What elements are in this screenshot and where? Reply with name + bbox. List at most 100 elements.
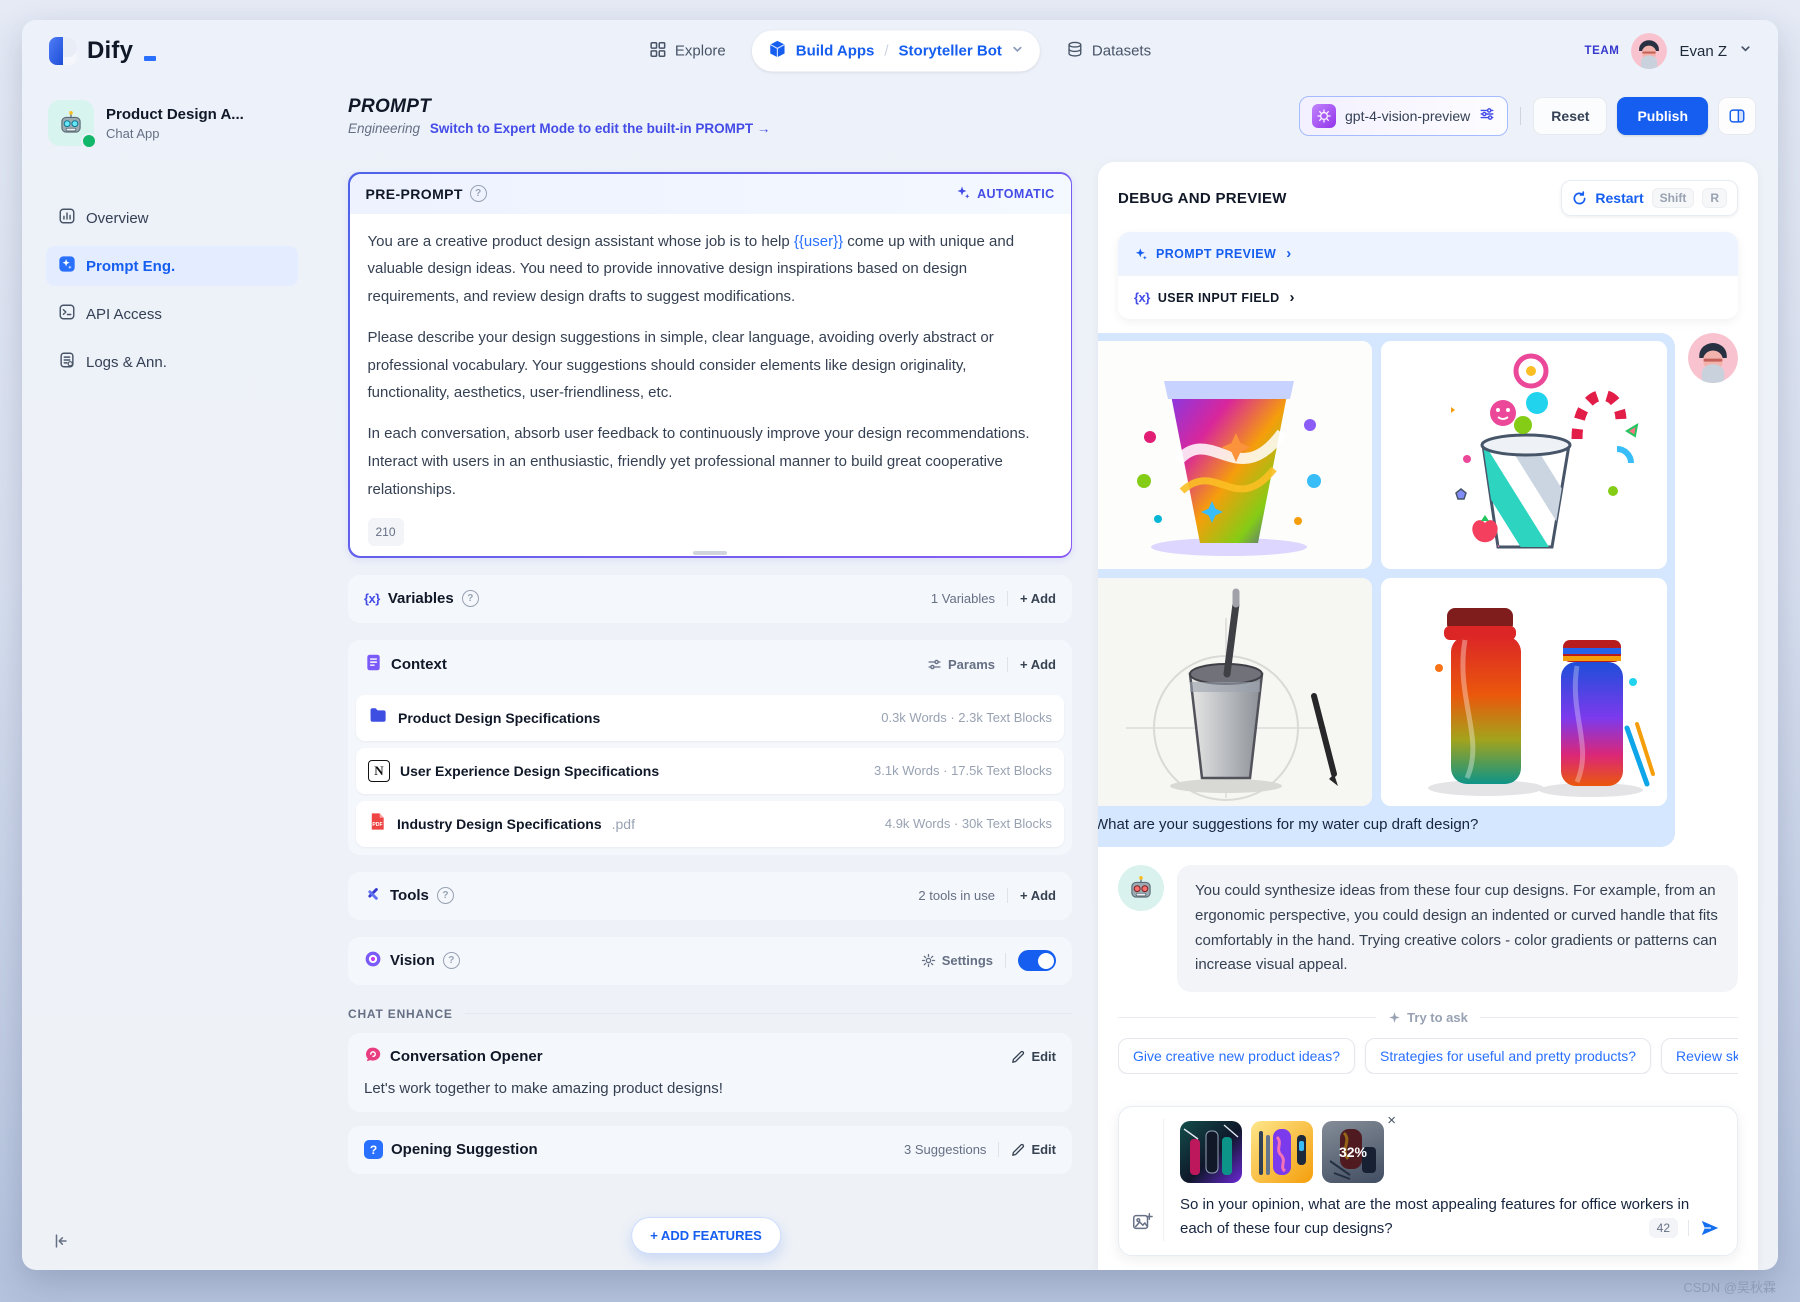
user-avatar[interactable] (1631, 33, 1667, 69)
sidebar-item-overview[interactable]: Overview (46, 198, 298, 238)
opening-suggestion-title: Opening Suggestion (391, 1141, 538, 1158)
nav-build-apps-label: Build Apps (796, 43, 875, 60)
robot-icon (1127, 874, 1155, 902)
resize-handle[interactable] (693, 551, 727, 555)
nav-datasets[interactable]: Datasets (1066, 40, 1151, 62)
logo-text: Dify (87, 37, 133, 65)
help-icon[interactable]: ? (462, 590, 479, 607)
help-icon[interactable]: ? (443, 952, 460, 969)
attachment-thumbnail[interactable] (1180, 1121, 1242, 1183)
context-item[interactable]: N User Experience Design Specifications … (356, 748, 1064, 794)
page-subtitle: Engineering Switch to Expert Mode to edi… (348, 121, 770, 136)
user-input-field-row[interactable]: {x} USER INPUT FIELD› (1118, 275, 1738, 319)
prompt-preview-row[interactable]: PROMPT PREVIEW› (1118, 232, 1738, 275)
nav-explore[interactable]: Explore (649, 40, 726, 62)
automatic-label: AUTOMATIC (977, 187, 1054, 201)
restart-button[interactable]: Restart Shift R (1561, 180, 1738, 216)
send-button[interactable] (1699, 1217, 1721, 1239)
publish-button[interactable]: Publish (1617, 97, 1708, 135)
upload-progress-overlay: 32% (1322, 1121, 1384, 1183)
divider (1005, 953, 1006, 968)
help-icon[interactable]: ? (437, 887, 454, 904)
columns-icon (1728, 107, 1746, 125)
uploaded-image-tumblers[interactable] (1381, 578, 1667, 806)
bot-avatar (1118, 865, 1164, 911)
app-card[interactable]: Product Design A... Chat App (46, 92, 298, 154)
suggestion-chip[interactable]: Strategies for useful and pretty product… (1365, 1038, 1651, 1074)
remove-attachment-button[interactable]: × (1387, 1113, 1396, 1128)
add-variable-button[interactable]: + Add (1020, 591, 1056, 606)
restart-icon (1572, 191, 1587, 206)
opener-title: Conversation Opener (390, 1048, 543, 1065)
chevron-down-icon[interactable] (1011, 43, 1024, 60)
toggle-panel-button[interactable] (1718, 97, 1756, 135)
pre-prompt-editor[interactable]: You are a creative product design assist… (350, 214, 1071, 557)
nav-center: Explore Build Apps / Storyteller Bot (649, 31, 1151, 72)
uploaded-image-cup-sketch[interactable] (1098, 578, 1372, 806)
model-name: gpt-4-vision-preview (1345, 108, 1470, 124)
edit-opener-button[interactable]: Edit (1011, 1049, 1056, 1064)
chevron-down-icon[interactable] (1739, 42, 1752, 60)
chat-input[interactable]: So in your opinion, what are the most ap… (1180, 1193, 1690, 1241)
attachment-thumbnail[interactable] (1251, 1121, 1313, 1183)
vision-toggle[interactable] (1018, 950, 1056, 971)
context-item[interactable]: Product Design Specifications 0.3k Words… (356, 695, 1064, 741)
context-item-meta: 4.9k Words · 30k Text Blocks (885, 816, 1052, 831)
chat-bubble-icon (364, 1046, 382, 1068)
suggestion-chip[interactable]: Review sketch and (1661, 1038, 1738, 1074)
sidebar-item-api-access[interactable]: API Access (46, 294, 298, 334)
automatic-button[interactable]: AUTOMATIC (956, 185, 1054, 203)
input-left-tools (1131, 1119, 1164, 1241)
sidebar-item-logs[interactable]: Logs & Ann. (46, 342, 298, 382)
app-type: Chat App (106, 126, 244, 141)
sidebar-item-prompt-eng[interactable]: Prompt Eng. (46, 246, 298, 286)
vision-title: Vision (390, 952, 435, 969)
tools-icon (364, 885, 382, 907)
context-item[interactable]: PDF Industry Design Specifications.pdf 4… (356, 801, 1064, 847)
tools-section: Tools ? 2 tools in use + Add (348, 872, 1072, 920)
vision-section: Vision ? Settings (348, 937, 1072, 985)
chevron-right-icon: › (1286, 246, 1291, 261)
user-variable-token: {{user}} (794, 233, 843, 250)
prompt-preview-block: PROMPT PREVIEW› {x} USER INPUT FIELD› (1118, 232, 1738, 319)
divider (1007, 591, 1008, 606)
add-features-button[interactable]: + ADD FEATURES (631, 1217, 781, 1254)
divider (1007, 657, 1008, 672)
add-image-button[interactable] (1131, 1211, 1153, 1233)
collapse-sidebar-button[interactable] (46, 1226, 76, 1256)
subtitle-label: Engineering (348, 121, 420, 136)
expert-mode-link[interactable]: Switch to Expert Mode to edit the built-… (430, 121, 771, 136)
model-selector[interactable]: gpt-4-vision-preview (1299, 96, 1508, 136)
conversation-opener-card: Conversation Opener Edit Let's work toge… (348, 1033, 1072, 1112)
uploaded-image-cup-colorful[interactable] (1098, 341, 1372, 569)
image-plus-icon (1131, 1211, 1153, 1233)
cube-icon (768, 40, 787, 63)
help-icon[interactable]: ? (470, 185, 487, 202)
variables-title: Variables (388, 590, 454, 607)
input-char-count: 42 (1649, 1218, 1678, 1238)
nav-right: TEAM Evan Z (1584, 33, 1752, 69)
nav-build-apps[interactable]: Build Apps / Storyteller Bot (752, 31, 1040, 72)
add-context-button[interactable]: + Add (1020, 657, 1056, 672)
suggested-questions: Give creative new product ideas? Strateg… (1118, 1038, 1738, 1074)
char-count-badge: 210 (368, 518, 404, 546)
context-section: Context Params (348, 640, 1072, 855)
vision-settings-button[interactable]: Settings (921, 953, 993, 968)
reset-button[interactable]: Reset (1533, 97, 1607, 135)
bar-chart-icon (58, 207, 76, 229)
uploaded-image-cup-candy[interactable] (1381, 341, 1667, 569)
debug-header: DEBUG AND PREVIEW Restart Shift R (1098, 162, 1758, 224)
variables-section: {x} Variables ? 1 Variables + Add (348, 575, 1072, 623)
params-button[interactable]: Params (927, 657, 995, 672)
add-tool-button[interactable]: + Add (1020, 888, 1056, 903)
attachment-thumbnail-uploading[interactable]: 32% (1322, 1121, 1384, 1183)
pencil-icon (1011, 1050, 1025, 1064)
opening-suggestion-section: ? Opening Suggestion 3 Suggestions (348, 1126, 1072, 1174)
suggestion-chip[interactable]: Give creative new product ideas? (1118, 1038, 1355, 1074)
main-header: PROMPT Engineering Switch to Expert Mode… (314, 82, 1778, 162)
context-doc-icon (364, 653, 383, 676)
edit-suggestion-button[interactable]: Edit (1011, 1142, 1056, 1157)
variables-icon: {x} (1134, 290, 1150, 305)
context-item-meta: 3.1k Words · 17.5k Text Blocks (874, 763, 1052, 778)
opener-text: Let's work together to make amazing prod… (364, 1080, 1056, 1097)
